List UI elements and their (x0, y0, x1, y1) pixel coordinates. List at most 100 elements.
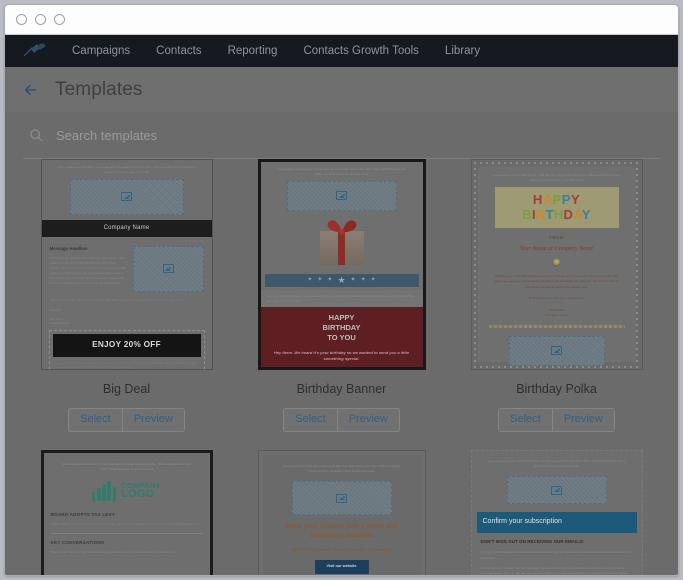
toyou-text: TO YOU (327, 333, 356, 343)
preview-button[interactable]: Preview (551, 408, 615, 433)
flower-icon: ✺ (552, 257, 561, 268)
image-placeholder-icon (69, 178, 184, 215)
image-placeholder-icon (506, 476, 607, 505)
page-header: Templates (5, 67, 678, 113)
nav-link-reporting[interactable]: Reporting (228, 45, 278, 57)
message-body: By breaking up the body of the letter in… (49, 256, 127, 285)
template-actions: Select Preview (283, 408, 400, 433)
signature-text: Your Name Company Name (49, 316, 70, 326)
app-viewport: Campaigns Contacts Reporting Contacts Gr… (5, 35, 678, 576)
closing-text: Thank your customer, tell them how valua… (49, 297, 186, 302)
search-icon (29, 128, 44, 143)
template-thumbnail-company-logo[interactable]: Some readers see this part of your email… (40, 450, 213, 575)
constant-contact-logo-icon[interactable] (20, 40, 50, 62)
template-actions: Select Preview (498, 408, 615, 433)
divider (50, 533, 203, 535)
template-card-direct-headline: Some readers see this part of your email… (234, 450, 449, 575)
birthday-message: Hey there. We heard it's your birthday s… (273, 349, 410, 361)
template-thumbnail-big-deal[interactable]: Some readers see this part of your email… (40, 159, 213, 370)
preheader-text: Some readers see this part of your email… (62, 462, 191, 472)
body-copy: Your copy should address 3 key questions… (260, 289, 423, 308)
template-card-company-logo: Some readers see this part of your email… (19, 450, 234, 575)
minimize-dot[interactable] (35, 14, 46, 25)
template-thumbnail-confirm-subscription[interactable]: Some readers see this part of your email… (470, 450, 643, 576)
preheader-text: Some readers see this part of your email… (492, 173, 621, 182)
confirm-heading: DON'T MISS OUT ON RECEIVING OUR EMAILS! (480, 538, 584, 544)
template-name: Birthday Banner (296, 382, 387, 396)
top-navigation-bar: Campaigns Contacts Reporting Contacts Gr… (5, 35, 678, 67)
search-row (5, 113, 678, 159)
template-name: Big Deal (102, 382, 151, 396)
article-body-2: Share notes from your last board meeting… (50, 550, 176, 555)
image-placeholder-icon (508, 335, 605, 366)
template-actions: Select Preview (68, 408, 185, 433)
confirm-paragraph-2: In order for us to comply with the legis… (480, 565, 628, 576)
article-heading-2: KEY CONVERSATIONS (50, 540, 105, 546)
message-headline: Message Headline (49, 245, 88, 251)
close-dot[interactable] (16, 14, 27, 25)
company-name-bar: Company Name (41, 219, 212, 237)
birthday-text: BIRTHDAY (522, 206, 591, 222)
article-body-1: If your readers only have time to read o… (50, 521, 201, 526)
confirm-paragraph-1: On July 1, 2014 Canada implemented new l… (480, 550, 631, 560)
select-button[interactable]: Select (498, 408, 552, 433)
coupon-headline: ENJOY 20% OFF (52, 334, 201, 357)
template-card-confirm-subscription: Some readers see this part of your email… (449, 450, 664, 576)
templates-grid: Some readers see this part of your email… (5, 159, 678, 576)
hook-subhead: State the big benefit and say it simply … (291, 546, 392, 552)
preview-button[interactable]: Preview (336, 408, 400, 433)
template-thumbnail-birthday-banner[interactable]: Some readers see this part of your email… (257, 159, 426, 370)
template-thumbnail-direct-headline[interactable]: Some readers see this part of your email… (257, 450, 426, 575)
select-button[interactable]: Select (68, 408, 122, 433)
logo-word-logo: LOGO (121, 488, 155, 501)
email-date: Month Day, year (184, 239, 204, 243)
birthday-banner-block: HAPPY BIRTHDAY TO YOU Hey there. We hear… (260, 307, 423, 367)
preheader-text: Some readers see this part of your email… (487, 459, 626, 469)
image-placeholder-icon (291, 481, 392, 516)
select-button[interactable]: Select (283, 408, 337, 433)
nav-link-library[interactable]: Library (445, 45, 480, 57)
visit-website-button[interactable]: Visit our website (314, 560, 369, 574)
company-logo-icon: COMPANY LOGO (51, 481, 203, 502)
back-arrow-icon[interactable] (21, 80, 41, 100)
browser-titlebar (5, 5, 678, 35)
template-card-big-deal: Some readers see this part of your email… (19, 159, 234, 433)
article-heading-1: BOARD ADOPTS TAX LEVY (50, 512, 116, 518)
template-name: Birthday Polka (516, 382, 597, 396)
browser-window: Campaigns Contacts Reporting Contacts Gr… (4, 4, 679, 576)
coupon-block: ENJOY 20% OFF Use a coupon to drive sale… (48, 330, 205, 370)
nav-link-contacts-growth-tools[interactable]: Contacts Growth Tools (303, 45, 418, 57)
nav-link-contacts[interactable]: Contacts (156, 45, 201, 57)
image-placeholder-icon (286, 180, 397, 211)
search-input[interactable] (56, 128, 356, 143)
templates-row-1: Some readers see this part of your email… (19, 159, 664, 433)
coupon-body: Use a coupon to drive sales and get more… (55, 360, 198, 370)
nav-link-campaigns[interactable]: Campaigns (72, 45, 130, 57)
body-text: Wishing you health and happiness on your… (494, 273, 619, 289)
maximize-dot[interactable] (54, 14, 65, 25)
template-card-birthday-banner: Some readers see this part of your email… (234, 159, 449, 433)
happy-birthday-banner: HAPPY BIRTHDAY (494, 186, 619, 228)
happy-text: HAPPY (532, 191, 581, 207)
preheader-text: Some readers see this part of your email… (283, 464, 400, 474)
star-divider: ✦ ✦ ✦ ★ ✦ ✦ ✦ (264, 273, 419, 287)
birthday-text: BIRTHDAY (322, 323, 361, 333)
page-title: Templates (55, 78, 143, 100)
gift-box-illustration (261, 215, 423, 271)
best-wishes-text: All the best to you and your organizatio… (528, 296, 585, 301)
template-card-birthday-polka: Some readers see this part of your email… (449, 159, 664, 433)
sender-name: Your Name or Company Name (519, 246, 594, 253)
preheader-text: Some readers see this part of your email… (57, 165, 196, 174)
image-placeholder-icon (133, 245, 204, 292)
preview-button[interactable]: Preview (121, 408, 185, 433)
template-thumbnail-birthday-polka[interactable]: Some readers see this part of your email… (470, 159, 643, 370)
signature-line-2: Company Name (545, 312, 568, 317)
signoff-text: Sincerely, (49, 307, 62, 312)
hook-headline: Hook your readers with a direct and comp… (285, 523, 398, 539)
from-label: FROM (549, 234, 564, 240)
nav-links: Campaigns Contacts Reporting Contacts Gr… (72, 45, 506, 57)
templates-row-2: Some readers see this part of your email… (19, 450, 664, 576)
divider (488, 325, 625, 328)
preheader-text: Some readers see this part of your email… (277, 167, 406, 176)
happy-text: HAPPY (328, 313, 355, 323)
